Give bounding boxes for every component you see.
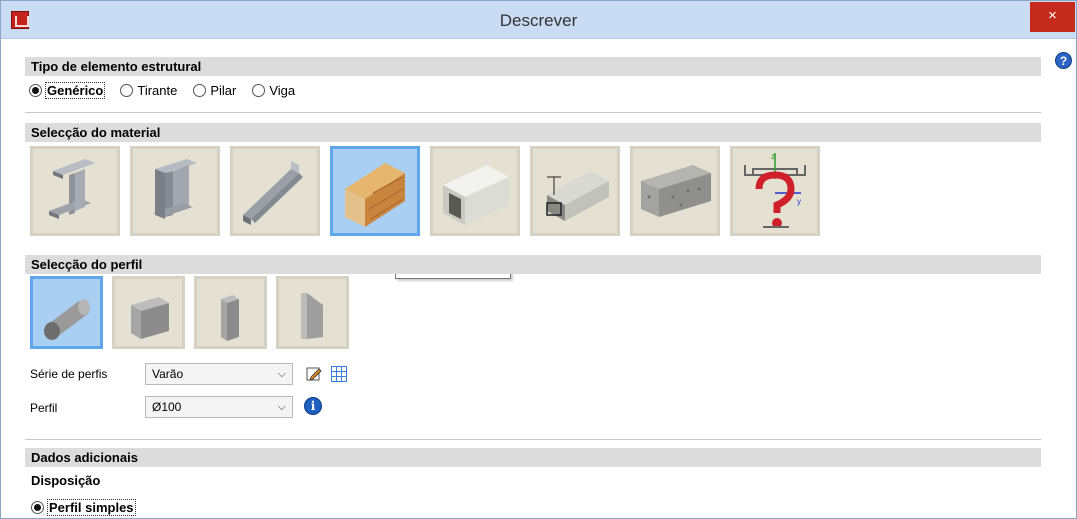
material-generic[interactable]: z y bbox=[730, 146, 820, 236]
radio-dot bbox=[193, 83, 207, 97]
profile-header: Selecção do perfil bbox=[25, 255, 1041, 274]
svg-text:y: y bbox=[797, 197, 801, 206]
material-timber[interactable] bbox=[330, 146, 420, 236]
additional-data-header: Dados adicionais bbox=[25, 448, 1041, 467]
generic-section-icon: z y bbox=[744, 152, 806, 228]
rolled-steel-i-beam-icon bbox=[49, 159, 95, 219]
series-select[interactable]: Varão ⌵ bbox=[145, 363, 293, 385]
material-aluminium[interactable] bbox=[430, 146, 520, 236]
profile-plate[interactable] bbox=[276, 276, 349, 349]
round-bar-icon bbox=[44, 299, 90, 340]
material-rolled-steel[interactable] bbox=[30, 146, 120, 236]
timber-profile-icon bbox=[345, 163, 405, 227]
window-title: Descrever bbox=[499, 11, 578, 30]
profile-value: Ø100 bbox=[152, 400, 182, 414]
aluminium-profile-icon bbox=[443, 165, 509, 225]
welded-steel-beam-icon bbox=[153, 159, 197, 219]
radio-label: Pilar bbox=[210, 82, 237, 98]
plate-section-icon bbox=[301, 293, 323, 339]
profile-rectangular[interactable] bbox=[112, 276, 185, 349]
radio-simple-profile[interactable]: Perfil simples bbox=[31, 499, 136, 516]
structural-type-radios: Genérico Tirante Pilar Viga bbox=[29, 81, 311, 99]
material-header: Selecção do material bbox=[25, 123, 1041, 142]
radio-generic[interactable]: Genérico bbox=[29, 81, 106, 99]
radio-label: Genérico bbox=[44, 81, 106, 99]
radio-dot bbox=[120, 83, 134, 97]
rectangular-section-icon bbox=[131, 297, 169, 339]
radio-label: Tirante bbox=[137, 82, 178, 98]
profile-select[interactable]: Ø100 ⌵ bbox=[145, 396, 293, 418]
series-label: Série de perfis bbox=[30, 367, 108, 381]
chevron-down-icon: ⌵ bbox=[277, 401, 286, 413]
divider bbox=[25, 439, 1041, 440]
narrow-rectangular-icon bbox=[221, 295, 239, 341]
profile-narrow[interactable] bbox=[194, 276, 267, 349]
radio-dot bbox=[31, 501, 44, 514]
title-bar: Descrever × bbox=[1, 1, 1076, 39]
table-icon[interactable] bbox=[331, 366, 347, 382]
info-icon[interactable]: i bbox=[304, 397, 322, 415]
radio-label: Viga bbox=[269, 82, 296, 98]
profile-label: Perfil bbox=[30, 401, 58, 415]
radio-dot bbox=[252, 83, 266, 97]
help-icon[interactable]: ? bbox=[1055, 52, 1072, 69]
material-welded-steel[interactable] bbox=[130, 146, 220, 236]
radio-beam[interactable]: Viga bbox=[252, 83, 295, 98]
material-extruded-aluminium[interactable] bbox=[530, 146, 620, 236]
series-value: Varão bbox=[152, 367, 184, 381]
radio-tie[interactable]: Tirante bbox=[120, 83, 177, 98]
profile-round-bar[interactable] bbox=[30, 276, 103, 349]
arrangement-label: Disposição bbox=[31, 473, 101, 488]
radio-column[interactable]: Pilar bbox=[193, 83, 236, 98]
describe-dialog: Descrever × ? Tipo de elemento estrutura… bbox=[0, 0, 1077, 519]
chevron-down-icon: ⌵ bbox=[277, 368, 286, 380]
extruded-aluminium-icon bbox=[546, 171, 609, 221]
edit-icon[interactable] bbox=[306, 366, 322, 382]
svg-text:z: z bbox=[771, 152, 775, 161]
structural-type-header: Tipo de elemento estrutural bbox=[25, 57, 1041, 76]
close-button[interactable]: × bbox=[1030, 2, 1075, 32]
concrete-block-icon bbox=[641, 165, 711, 217]
material-concrete[interactable] bbox=[630, 146, 720, 236]
material-cold-formed[interactable] bbox=[230, 146, 320, 236]
radio-dot bbox=[29, 83, 42, 97]
radio-label: Perfil simples bbox=[47, 499, 136, 516]
divider bbox=[25, 112, 1041, 113]
cold-formed-steel-icon bbox=[243, 161, 303, 225]
